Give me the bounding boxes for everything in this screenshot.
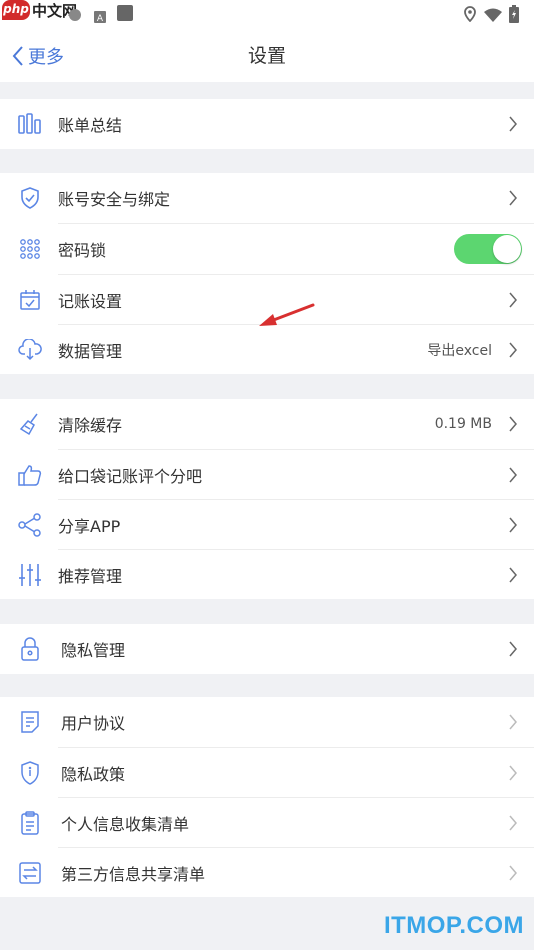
exchange-icon bbox=[18, 861, 42, 885]
row-rate-app[interactable]: 给口袋记账评个分吧 bbox=[0, 450, 534, 499]
chevron-right-icon bbox=[509, 190, 517, 206]
thumbs-up-icon bbox=[18, 463, 42, 487]
row-label: 记账设置 bbox=[58, 291, 123, 311]
group-legal: 用户协议 隐私政策 个人信息收集清单 第三方信息共享清单 bbox=[0, 697, 534, 897]
battery-icon bbox=[509, 5, 519, 27]
row-label: 推荐管理 bbox=[58, 566, 123, 586]
row-label: 清除缓存 bbox=[58, 416, 123, 435]
row-label: 隐私管理 bbox=[61, 641, 126, 660]
row-value: 0.19 MB bbox=[434, 416, 492, 432]
page-title: 设置 bbox=[247, 45, 286, 67]
bar-chart-icon bbox=[18, 112, 42, 136]
broom-icon bbox=[18, 412, 42, 436]
location-icon bbox=[464, 6, 476, 26]
row-bill-summary[interactable]: 账单总结 bbox=[0, 99, 534, 149]
sync-icon bbox=[68, 7, 82, 26]
row-personal-info-list[interactable]: 个人信息收集清单 bbox=[0, 798, 534, 847]
row-label: 密码锁 bbox=[58, 241, 107, 260]
navigation-bar: 更多 设置 bbox=[0, 30, 534, 82]
calendar-check-icon bbox=[18, 288, 42, 312]
document-icon bbox=[18, 710, 42, 734]
share-icon bbox=[18, 512, 42, 537]
row-privacy-management[interactable]: 隐私管理 bbox=[0, 624, 534, 674]
toggle-knob bbox=[493, 235, 521, 263]
status-bar: php 中文网 A bbox=[0, 0, 534, 30]
wifi-icon bbox=[484, 7, 502, 26]
row-value: 导出excel bbox=[427, 342, 492, 359]
row-label: 给口袋记账评个分吧 bbox=[58, 466, 203, 486]
group-bills: 账单总结 bbox=[0, 99, 534, 149]
notification-square-icon bbox=[117, 5, 133, 25]
group-account: 账号安全与绑定 密码锁 记账设置 数据管理 导出excel bbox=[0, 173, 534, 374]
row-clear-cache[interactable]: 清除缓存 0.19 MB bbox=[0, 399, 534, 449]
chevron-right-icon bbox=[509, 116, 517, 132]
chevron-right-icon bbox=[509, 567, 517, 582]
sliders-icon bbox=[18, 563, 42, 587]
chevron-right-icon bbox=[509, 416, 517, 432]
row-label: 隐私政策 bbox=[61, 764, 126, 784]
row-label: 分享APP bbox=[58, 516, 121, 536]
row-label: 账单总结 bbox=[58, 116, 123, 135]
row-password-lock: 密码锁 bbox=[0, 224, 534, 274]
annotation-arrow-icon bbox=[259, 303, 315, 326]
lock-icon bbox=[18, 637, 42, 661]
chevron-right-icon bbox=[509, 714, 517, 730]
row-user-agreement[interactable]: 用户协议 bbox=[0, 697, 534, 747]
chevron-right-icon bbox=[509, 467, 517, 482]
keypad-icon bbox=[18, 237, 42, 261]
row-label: 账号安全与绑定 bbox=[58, 190, 171, 209]
row-share-app[interactable]: 分享APP bbox=[0, 500, 534, 549]
php-watermark-logo: php bbox=[2, 0, 30, 20]
chevron-right-icon bbox=[509, 292, 517, 307]
group-privacy: 隐私管理 bbox=[0, 624, 534, 674]
clipboard-icon bbox=[18, 810, 42, 835]
chevron-right-icon bbox=[509, 641, 517, 657]
svg-text:A: A bbox=[97, 14, 104, 23]
row-third-party-sharing-list[interactable]: 第三方信息共享清单 bbox=[0, 848, 534, 897]
chevron-right-icon bbox=[509, 865, 517, 880]
row-data-management[interactable]: 数据管理 导出excel bbox=[0, 325, 534, 374]
group-general: 清除缓存 0.19 MB 给口袋记账评个分吧 分享APP 推荐管理 bbox=[0, 399, 534, 599]
chevron-right-icon bbox=[509, 765, 517, 780]
shield-check-icon bbox=[18, 186, 42, 210]
row-label: 数据管理 bbox=[58, 341, 123, 361]
chevron-right-icon bbox=[509, 517, 517, 532]
password-lock-toggle[interactable] bbox=[454, 234, 522, 264]
row-recommendation-management[interactable]: 推荐管理 bbox=[0, 550, 534, 599]
row-label: 个人信息收集清单 bbox=[61, 814, 190, 834]
chevron-right-icon bbox=[509, 342, 517, 357]
privacy-shield-icon bbox=[18, 760, 42, 785]
itmop-watermark: ITMOP.COM bbox=[383, 912, 524, 939]
chevron-right-icon bbox=[509, 815, 517, 830]
row-account-security[interactable]: 账号安全与绑定 bbox=[0, 173, 534, 223]
cloud-download-icon bbox=[18, 338, 42, 362]
row-label: 第三方信息共享清单 bbox=[61, 864, 206, 884]
row-label: 用户协议 bbox=[61, 714, 126, 733]
notification-a-icon: A bbox=[94, 8, 106, 27]
row-privacy-policy[interactable]: 隐私政策 bbox=[0, 748, 534, 797]
